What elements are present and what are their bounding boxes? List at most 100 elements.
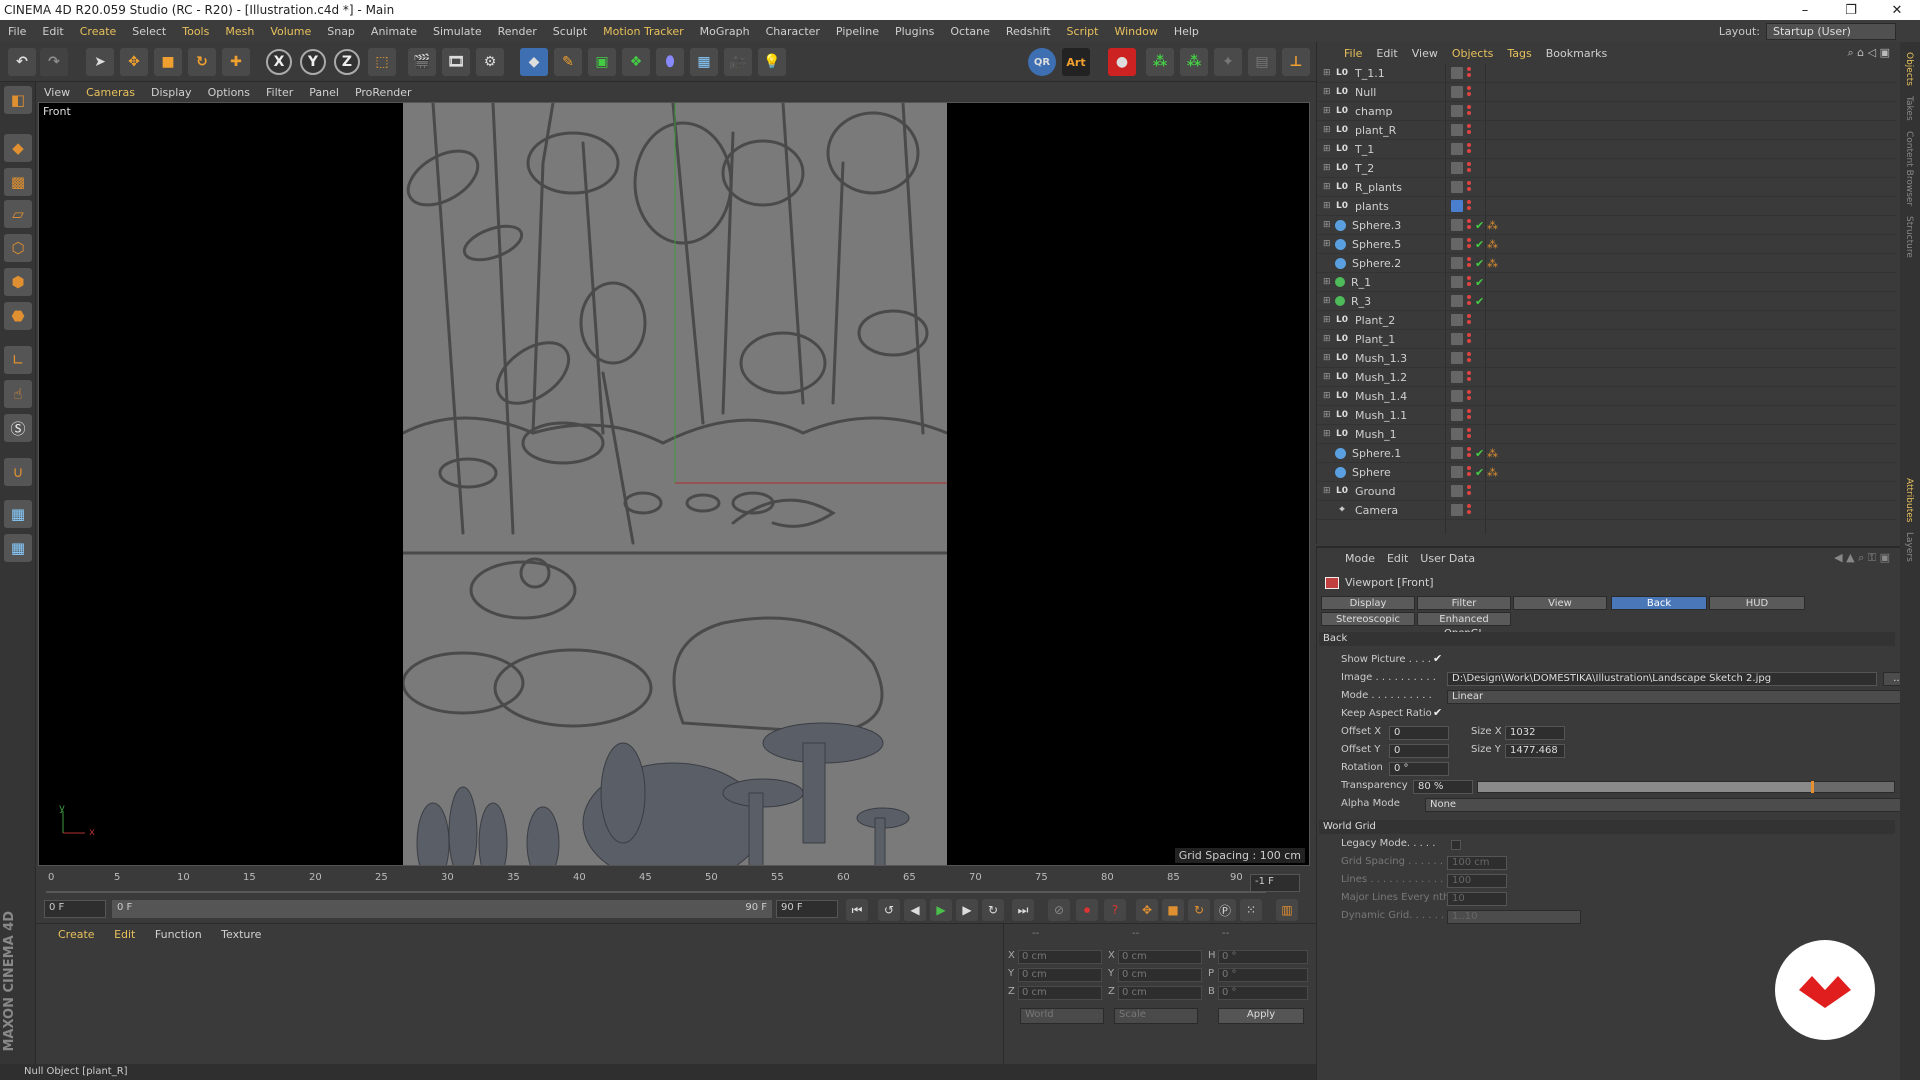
object-row[interactable]: ⊞ L0 R_plants	[1317, 178, 1897, 197]
object-name[interactable]: R_plants	[1355, 181, 1515, 194]
visibility-dots-icon[interactable]	[1467, 238, 1471, 250]
key-rotation-icon[interactable]: ↻	[1188, 899, 1210, 921]
visibility-dots-icon[interactable]	[1467, 485, 1471, 497]
expand-toggle-icon[interactable]: ⊞	[1323, 68, 1333, 78]
expand-toggle-icon[interactable]: ⊞	[1323, 182, 1333, 192]
menu-sculpt[interactable]: Sculpt	[545, 25, 595, 38]
position-x-field[interactable]: 0 cm	[1018, 950, 1102, 964]
layer-color-icon[interactable]	[1451, 276, 1463, 288]
lines-field[interactable]: 100	[1447, 874, 1507, 888]
go-to-start-icon[interactable]: ⏮	[846, 899, 868, 921]
legacy-mode-checkbox[interactable]	[1451, 840, 1461, 850]
workplane-lock-icon[interactable]: ▦	[4, 500, 32, 528]
menu-script[interactable]: Script	[1059, 25, 1107, 38]
material-tag-icon[interactable]: ⁂	[1487, 219, 1498, 232]
object-name[interactable]: T_1.1	[1355, 67, 1515, 80]
tab-view[interactable]: View	[1513, 596, 1607, 610]
polygons-mode-icon[interactable]: ⬣	[4, 302, 32, 330]
transparency-field[interactable]: 80 %	[1413, 780, 1473, 794]
object-row[interactable]: ⊞ R_1 ✔	[1317, 273, 1897, 292]
object-row[interactable]: ⊞ L0 Plant_2	[1317, 311, 1897, 330]
visibility-dots-icon[interactable]	[1467, 428, 1471, 440]
menu-simulate[interactable]: Simulate	[425, 25, 490, 38]
menu-pipeline[interactable]: Pipeline	[828, 25, 887, 38]
visibility-dots-icon[interactable]	[1467, 504, 1471, 516]
visibility-dots-icon[interactable]	[1467, 466, 1471, 478]
menu-file[interactable]: File	[0, 25, 34, 38]
object-row[interactable]: Sphere.1 ✔ ⁂	[1317, 444, 1897, 463]
mode-dropdown[interactable]: Linear	[1447, 690, 1913, 704]
next-key-icon[interactable]: ↻	[982, 899, 1004, 921]
axis-icon[interactable]: ⊥	[1282, 48, 1310, 76]
expand-toggle-icon[interactable]: ⊞	[1323, 106, 1333, 116]
expand-toggle-icon[interactable]: ⊞	[1323, 144, 1333, 154]
show-picture-checkbox[interactable]: ✔	[1433, 652, 1442, 665]
pen-spline-icon[interactable]: ✎	[554, 48, 582, 76]
expand-toggle-icon[interactable]: ⊞	[1323, 296, 1333, 306]
workplane-icon[interactable]: ▱	[4, 200, 32, 228]
tab-hud[interactable]: HUD	[1709, 596, 1805, 610]
tab-stereoscopic[interactable]: Stereoscopic	[1321, 612, 1415, 626]
object-row[interactable]: ⊞ L0 Null	[1317, 83, 1897, 102]
previous-key-icon[interactable]: ↺	[878, 899, 900, 921]
viewport-menu-prorender[interactable]: ProRender	[347, 86, 420, 99]
side-tab-layers[interactable]: Layers	[1904, 532, 1914, 562]
viewport-menu-display[interactable]: Display	[143, 86, 200, 99]
rotation-p-field[interactable]: 0 °	[1218, 968, 1308, 982]
autokey-icon[interactable]: ?	[1104, 899, 1126, 921]
size-y-field[interactable]: 0 cm	[1118, 968, 1202, 982]
redo-icon[interactable]: ↷	[40, 48, 68, 76]
search-icon[interactable]: ⌕ ⌂ ◁ ▣	[1848, 46, 1891, 60]
object-name[interactable]: Null	[1355, 86, 1515, 99]
menu-motion-tracker[interactable]: Motion Tracker	[595, 25, 691, 38]
expand-toggle-icon[interactable]: ⊞	[1323, 372, 1333, 382]
cube-primitive-icon[interactable]: ◆	[520, 48, 548, 76]
tool-icon[interactable]: ✦	[1214, 48, 1242, 76]
menu-select[interactable]: Select	[124, 25, 174, 38]
side-tab-objects[interactable]: Objects	[1904, 52, 1914, 86]
expand-toggle-icon[interactable]: ⊞	[1323, 410, 1333, 420]
menu-create[interactable]: Create	[72, 25, 125, 38]
menu-mograph[interactable]: MoGraph	[692, 25, 758, 38]
key-position-icon[interactable]: ✥	[1136, 899, 1158, 921]
layer-color-icon[interactable]	[1451, 162, 1463, 174]
expand-toggle-icon[interactable]: ⊞	[1323, 315, 1333, 325]
object-name[interactable]: Mush_1.3	[1355, 352, 1515, 365]
objects-menu-objects[interactable]: Objects	[1445, 47, 1501, 60]
layer-color-icon[interactable]	[1451, 200, 1463, 212]
layer-color-icon[interactable]	[1451, 105, 1463, 117]
object-name[interactable]: Plant_1	[1355, 333, 1515, 346]
menu-animate[interactable]: Animate	[363, 25, 425, 38]
layer-color-icon[interactable]	[1451, 409, 1463, 421]
viewport-menu-options[interactable]: Options	[200, 86, 258, 99]
visibility-dots-icon[interactable]	[1467, 390, 1471, 402]
y-axis-lock-icon[interactable]: Y	[300, 49, 326, 75]
object-row[interactable]: ⊞ R_3 ✔	[1317, 292, 1897, 311]
tweak-icon[interactable]: ☝	[4, 380, 32, 408]
offset-y-field[interactable]: 0	[1389, 744, 1449, 758]
object-row[interactable]: ⊞ L0 Ground	[1317, 482, 1897, 501]
objects-menu-tags[interactable]: Tags	[1500, 47, 1538, 60]
layer-color-icon[interactable]	[1451, 238, 1463, 250]
viewport-menu-view[interactable]: View	[36, 86, 78, 99]
menu-character[interactable]: Character	[758, 25, 828, 38]
viewport-menu-panel[interactable]: Panel	[301, 86, 347, 99]
objects-menu-file[interactable]: File	[1337, 47, 1369, 60]
enable-axis-icon[interactable]: ∟	[4, 346, 32, 374]
next-frame-icon[interactable]: ▶	[956, 899, 978, 921]
layer-color-icon[interactable]	[1451, 124, 1463, 136]
objects-menu-edit[interactable]: Edit	[1369, 47, 1404, 60]
frame-range-slider[interactable]: 0 F 90 F	[112, 900, 772, 918]
object-name[interactable]: T_1	[1355, 143, 1515, 156]
points-mode-icon[interactable]: ⬡	[4, 234, 32, 262]
transform-tool-icon[interactable]: ✚	[222, 48, 250, 76]
object-row[interactable]: ⊞ L0 Mush_1.2	[1317, 368, 1897, 387]
rotation-h-field[interactable]: 0 °	[1218, 950, 1308, 964]
edges-mode-icon[interactable]: ⬢	[4, 268, 32, 296]
attr-nav-icons[interactable]: ◀ ▲ ⌕ ⚿ ▣	[1834, 551, 1890, 565]
object-row[interactable]: ⊞ Sphere.5 ✔ ⁂	[1317, 235, 1897, 254]
object-name[interactable]: Mush_1.4	[1355, 390, 1515, 403]
object-row[interactable]: ⊞ L0 T_1.1	[1317, 64, 1897, 83]
object-row[interactable]: ⊞ L0 Mush_1	[1317, 425, 1897, 444]
visibility-dots-icon[interactable]	[1467, 124, 1471, 136]
